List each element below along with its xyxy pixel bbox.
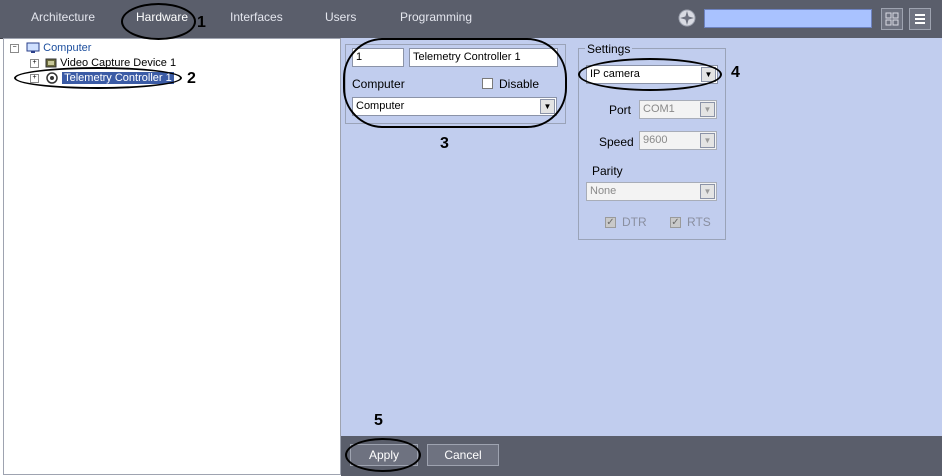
parity-label: Parity — [592, 164, 623, 178]
tab-architecture[interactable]: Architecture — [31, 10, 95, 24]
rts-label: RTS — [687, 215, 711, 229]
tab-users[interactable]: Users — [325, 10, 356, 24]
annotation-oval-4 — [578, 58, 722, 91]
computer-icon — [26, 42, 40, 54]
chevron-down-icon: ▼ — [700, 184, 715, 199]
annotation-number-1: 1 — [197, 14, 206, 31]
annotation-oval-5 — [345, 438, 421, 472]
annotation-oval-3 — [343, 38, 567, 128]
chevron-down-icon: ▼ — [700, 133, 715, 148]
parity-select-value: None — [590, 185, 617, 197]
speed-select: 9600 ▼ — [639, 131, 717, 150]
chevron-down-icon: ▼ — [700, 102, 715, 117]
port-select: COM1 ▼ — [639, 100, 717, 119]
expand-icon[interactable]: + — [30, 58, 39, 68]
menu-icon — [915, 14, 925, 24]
footer-bar: Apply Cancel — [341, 436, 942, 476]
annotation-oval-1 — [121, 3, 196, 40]
annotation-oval-2 — [14, 67, 182, 89]
cancel-button[interactable]: Cancel — [427, 444, 499, 466]
dtr-checkbox: ✓ — [605, 217, 616, 228]
tab-programming[interactable]: Programming — [400, 10, 472, 24]
capture-board-icon — [45, 58, 57, 68]
grid-icon — [885, 12, 899, 26]
hardware-tree-panel: − Computer + Video Capture Device 1 + Te… — [3, 38, 341, 475]
compass-icon[interactable] — [678, 9, 696, 27]
port-select-value: COM1 — [643, 103, 675, 115]
annotation-number-3: 3 — [440, 135, 449, 152]
port-label: Port — [609, 103, 632, 117]
annotation-number-4: 4 — [731, 64, 740, 81]
menu-button[interactable] — [909, 8, 931, 30]
tree-item-label: Computer — [43, 42, 92, 54]
rts-checkbox: ✓ — [670, 217, 681, 228]
collapse-icon[interactable]: − — [10, 43, 19, 53]
layout-grid-button[interactable] — [881, 8, 903, 30]
tree-item-computer[interactable]: − Computer — [10, 41, 91, 55]
speed-label: Speed — [599, 135, 634, 149]
settings-title: Settings — [585, 42, 633, 56]
dtr-label: DTR — [622, 215, 647, 229]
annotation-number-5: 5 — [374, 412, 383, 429]
tab-interfaces[interactable]: Interfaces — [230, 10, 283, 24]
speed-select-value: 9600 — [643, 134, 668, 146]
annotation-number-2: 2 — [187, 70, 196, 87]
parity-select: None ▼ — [586, 182, 717, 201]
search-input[interactable] — [704, 9, 872, 28]
